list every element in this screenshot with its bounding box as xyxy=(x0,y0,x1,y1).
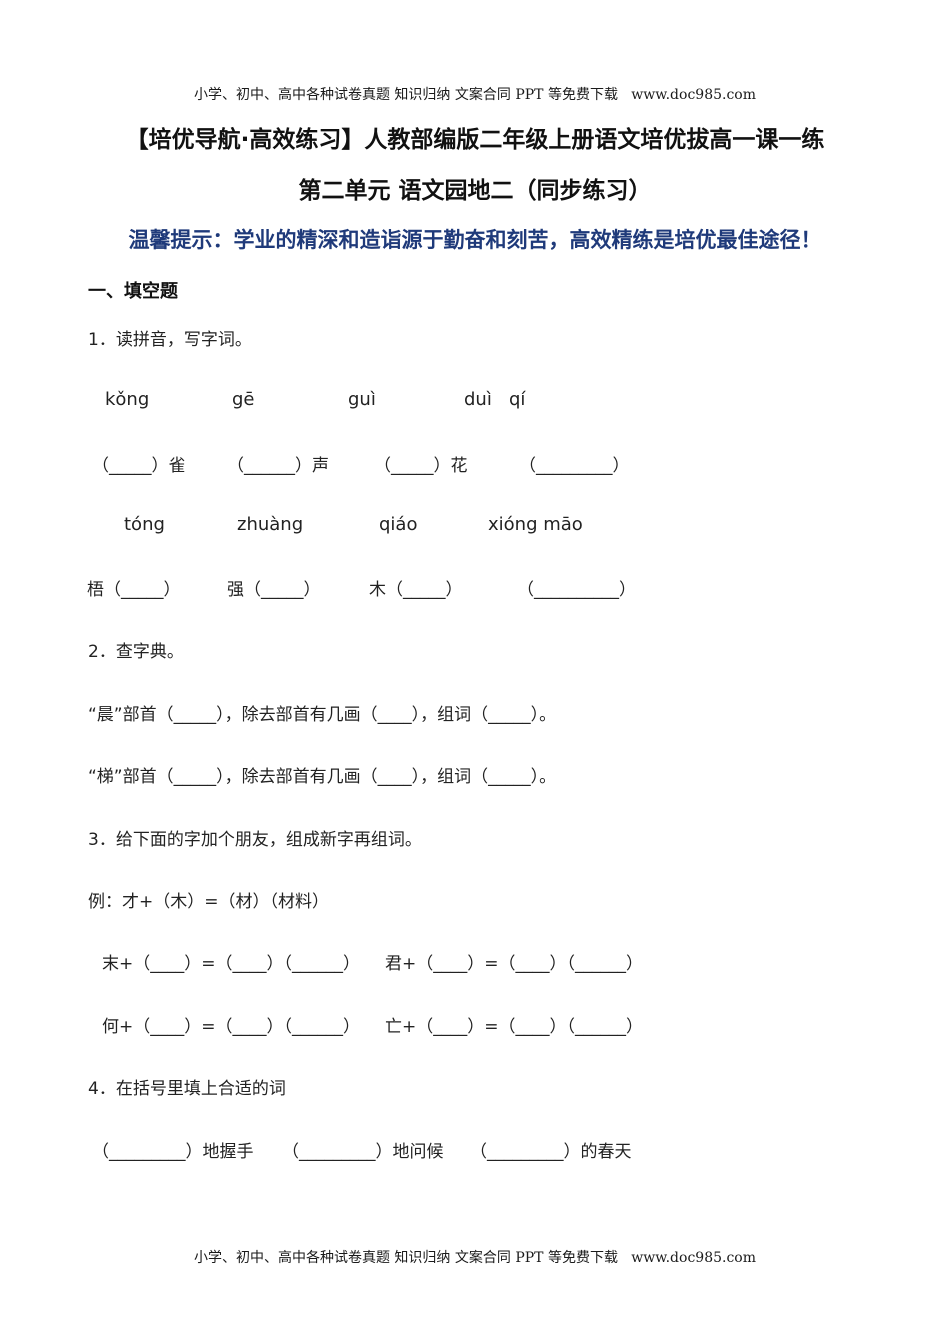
pinyin-gui: guì xyxy=(348,389,376,410)
pinyin-tong: tóng xyxy=(124,514,165,535)
document-subtitle: 第二单元 语文园地二（同步练习） xyxy=(298,178,652,204)
pinyin-qiao: qiáo xyxy=(379,514,418,535)
pinyin-kong: kǒng xyxy=(105,389,150,410)
answer-blank[interactable]: 木（_____） xyxy=(369,575,463,600)
question-2-prompt: 2．查字典。 xyxy=(88,642,184,662)
answer-blank[interactable]: （_____）花 xyxy=(374,451,468,476)
char-combo-row[interactable]: 君+（____）=（____）（______） xyxy=(385,949,643,974)
question-3-prompt: 3．给下面的字加个朋友，组成新字再组词。 xyxy=(88,830,422,850)
example-line: 例：才+（木）=（材）（材料） xyxy=(88,892,329,912)
word-fill-item[interactable]: （_________）地握手 xyxy=(92,1137,254,1162)
pinyin-zhuang: zhuàng xyxy=(237,514,304,535)
answer-blank[interactable]: （__________） xyxy=(517,575,636,600)
pinyin-xiong-mao: xióng māo xyxy=(488,514,583,535)
char-combo-row[interactable]: 亡+（____）=（____）（______） xyxy=(385,1012,643,1037)
answer-blank[interactable]: （______）声 xyxy=(227,451,329,476)
pinyin-dui-qi: duì qí xyxy=(464,389,526,410)
question-4-prompt: 4．在括号里填上合适的词 xyxy=(88,1079,286,1099)
dictionary-line-chen[interactable]: “晨”部首（_____），除去部首有几画（____），组词（_____）。 xyxy=(88,700,556,725)
answer-blank[interactable]: 强（_____） xyxy=(227,575,321,600)
pinyin-ge: gē xyxy=(232,389,255,410)
answer-blank[interactable]: 梧（_____） xyxy=(87,575,181,600)
word-fill-item[interactable]: （_________）地问候 xyxy=(282,1137,444,1162)
document-title: 【培优导航·高效练习】人教部编版二年级上册语文培优拔高一课一练 xyxy=(125,127,825,153)
footer-banner: 小学、初中、高中各种试卷真题 知识归纳 文案合同 PPT 等免费下载 www.d… xyxy=(193,1250,756,1266)
question-1-prompt: 1．读拼音，写字词。 xyxy=(88,330,252,350)
tip-banner: 温馨提示：学业的精深和造诣源于勤奋和刻苦，高效精练是培优最佳途径！ xyxy=(128,228,822,252)
dictionary-line-ti[interactable]: “梯”部首（_____），除去部首有几画（____），组词（_____）。 xyxy=(88,762,556,787)
answer-blank[interactable]: （_________） xyxy=(519,451,630,476)
section-heading-fill-blank: 一、填空题 xyxy=(88,281,178,302)
answer-blank[interactable]: （_____）雀 xyxy=(92,451,186,476)
char-combo-row[interactable]: 何+（____）=（____）（______） xyxy=(102,1012,360,1037)
header-banner: 小学、初中、高中各种试卷真题 知识归纳 文案合同 PPT 等免费下载 www.d… xyxy=(193,87,756,103)
word-fill-item[interactable]: （_________）的春天 xyxy=(470,1137,632,1162)
char-combo-row[interactable]: 末+（____）=（____）（______） xyxy=(102,949,360,974)
